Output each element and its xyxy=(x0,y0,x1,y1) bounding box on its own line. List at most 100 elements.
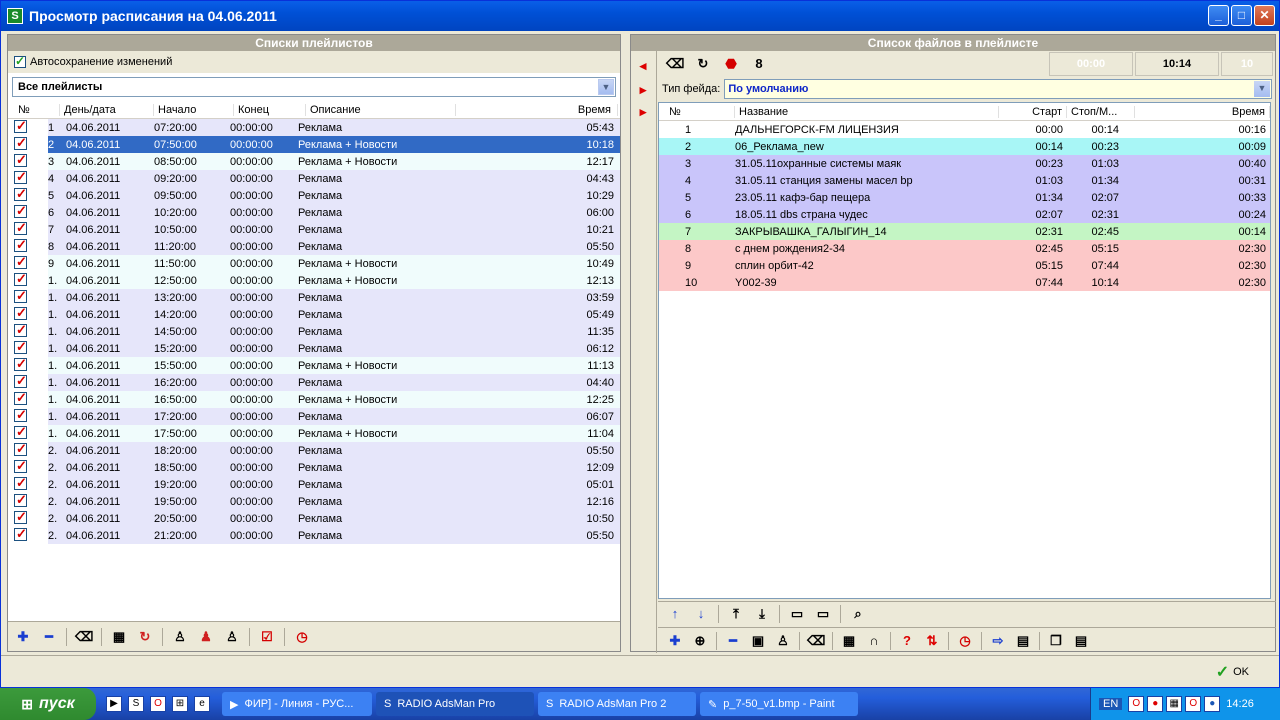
fcol-name[interactable]: Название xyxy=(735,105,999,118)
window-top-icon[interactable]: ▭ xyxy=(788,605,806,623)
user-add-icon[interactable]: ♙ xyxy=(171,628,189,646)
table-row[interactable]: 7 04.06.2011 10:50:00 00:00:00 Реклама 1… xyxy=(8,221,620,238)
table-row[interactable]: 6 04.06.2011 10:20:00 00:00:00 Реклама 0… xyxy=(8,204,620,221)
row-checkbox[interactable] xyxy=(8,357,48,374)
tray-network-icon[interactable]: ▦ xyxy=(1166,696,1183,712)
fcol-time[interactable]: Время xyxy=(1135,105,1270,118)
playlist-filter-select[interactable]: Все плейлисты ▼ xyxy=(12,77,616,97)
save-icon[interactable]: ▣ xyxy=(749,632,767,650)
fade-select[interactable]: По умолчанию ▼ xyxy=(724,79,1272,99)
table-row[interactable]: 1. 04.06.2011 16:50:00 00:00:00 Реклама … xyxy=(8,391,620,408)
ie-icon[interactable]: e xyxy=(194,696,210,712)
export-icon[interactable]: ▤ xyxy=(1014,632,1032,650)
row-checkbox[interactable] xyxy=(8,255,48,272)
clock-icon[interactable]: ◷ xyxy=(293,628,311,646)
file-row[interactable]: 10 Y002-39 07:44 10:14 02:30 xyxy=(659,274,1270,291)
stop-icon[interactable]: ⬣ xyxy=(722,55,740,73)
add-special-icon[interactable]: ⊕ xyxy=(691,632,709,650)
row-checkbox[interactable] xyxy=(8,306,48,323)
file-row[interactable]: 2 06_Реклама_new 00:14 00:23 00:09 xyxy=(659,138,1270,155)
media-icon[interactable]: ▶ xyxy=(106,696,122,712)
chevron-down-icon[interactable]: ▼ xyxy=(1254,81,1270,97)
fcol-stop[interactable]: Стоп/М... xyxy=(1067,105,1135,118)
file-row[interactable]: 6 18.05.11 dbs страна чудес 02:07 02:31 … xyxy=(659,206,1270,223)
clock-icon[interactable]: ◷ xyxy=(956,632,974,650)
opera-icon[interactable]: O xyxy=(150,696,166,712)
table-row[interactable]: 2. 04.06.2011 19:20:00 00:00:00 Реклама … xyxy=(8,476,620,493)
move-in-icon[interactable]: ▸ xyxy=(634,81,652,99)
file-row[interactable]: 1 ДАЛЬНЕГОРСК-FM ЛИЦЕНЗИЯ 00:00 00:14 00… xyxy=(659,121,1270,138)
row-checkbox[interactable] xyxy=(8,340,48,357)
row-checkbox[interactable] xyxy=(8,391,48,408)
table-row[interactable]: 2 04.06.2011 07:50:00 00:00:00 Реклама +… xyxy=(8,136,620,153)
eraser-icon[interactable]: ⌫ xyxy=(75,628,93,646)
ok-button[interactable]: ✓ OK xyxy=(1216,662,1249,682)
row-checkbox[interactable] xyxy=(8,238,48,255)
remove-icon[interactable]: ━ xyxy=(40,628,58,646)
close-button[interactable]: ✕ xyxy=(1254,5,1275,26)
preview-icon[interactable]: ⌕ xyxy=(849,605,867,623)
col-date[interactable]: День/дата xyxy=(60,103,154,116)
tray-opera-icon[interactable]: O xyxy=(1128,696,1145,712)
col-start[interactable]: Начало xyxy=(154,103,234,116)
swap-icon[interactable]: ⇅ xyxy=(923,632,941,650)
eraser-icon[interactable]: ⌫ xyxy=(666,55,684,73)
row-checkbox[interactable] xyxy=(8,510,48,527)
table-row[interactable]: 1. 04.06.2011 14:20:00 00:00:00 Реклама … xyxy=(8,306,620,323)
row-checkbox[interactable] xyxy=(8,425,48,442)
row-checkbox[interactable] xyxy=(8,408,48,425)
paste-icon[interactable]: ▤ xyxy=(1072,632,1090,650)
col-desc[interactable]: Описание xyxy=(306,103,456,116)
link-icon[interactable]: 8 xyxy=(750,55,768,73)
user-icon[interactable]: ♙ xyxy=(774,632,792,650)
add-icon[interactable]: ✚ xyxy=(14,628,32,646)
table-row[interactable]: 1 04.06.2011 07:20:00 00:00:00 Реклама 0… xyxy=(8,119,620,136)
question-icon[interactable]: ? xyxy=(898,632,916,650)
headphones-icon[interactable]: ∩ xyxy=(865,632,883,650)
user-remove-icon[interactable]: ♟ xyxy=(197,628,215,646)
eraser-icon[interactable]: ⌫ xyxy=(807,632,825,650)
add-icon[interactable]: ✚ xyxy=(666,632,684,650)
row-checkbox[interactable] xyxy=(8,374,48,391)
move-top-icon[interactable]: ⤒ xyxy=(727,605,745,623)
task-fir[interactable]: ▶ ФИР] - Линия - РУС... xyxy=(222,692,372,716)
task-paint[interactable]: ✎ p_7-50_v1.bmp - Paint xyxy=(700,692,858,716)
file-row[interactable]: 4 31.05.11 станция замены масел bp 01:03… xyxy=(659,172,1270,189)
file-row[interactable]: 5 23.05.11 кафэ-бар пещера 01:34 02:07 0… xyxy=(659,189,1270,206)
refresh-icon[interactable]: ↻ xyxy=(136,628,154,646)
row-checkbox[interactable] xyxy=(8,323,48,340)
table-row[interactable]: 2. 04.06.2011 19:50:00 00:00:00 Реклама … xyxy=(8,493,620,510)
window-bottom-icon[interactable]: ▭ xyxy=(814,605,832,623)
col-time[interactable]: Время xyxy=(456,103,618,116)
arrow-up-icon[interactable]: ↑ xyxy=(666,605,684,623)
move-bottom-icon[interactable]: ⤓ xyxy=(753,605,771,623)
arrow-down-icon[interactable]: ↓ xyxy=(692,605,710,623)
start-button[interactable]: ⊞ пуск xyxy=(0,688,96,720)
task-adsman[interactable]: S RADIO AdsMan Pro xyxy=(376,692,534,716)
copy-icon[interactable]: ❐ xyxy=(1047,632,1065,650)
import-icon[interactable]: ⇨ xyxy=(989,632,1007,650)
table-row[interactable]: 3 04.06.2011 08:50:00 00:00:00 Реклама +… xyxy=(8,153,620,170)
autosave-checkbox[interactable] xyxy=(14,54,26,68)
move-out-icon[interactable]: ▸ xyxy=(634,103,652,121)
table-row[interactable]: 1. 04.06.2011 14:50:00 00:00:00 Реклама … xyxy=(8,323,620,340)
table-row[interactable]: 5 04.06.2011 09:50:00 00:00:00 Реклама 1… xyxy=(8,187,620,204)
col-num[interactable]: № xyxy=(8,103,60,116)
check-icon[interactable]: ☑ xyxy=(258,628,276,646)
table-row[interactable]: 1. 04.06.2011 17:50:00 00:00:00 Реклама … xyxy=(8,425,620,442)
row-checkbox[interactable] xyxy=(8,170,48,187)
row-checkbox[interactable] xyxy=(8,272,48,289)
refresh-icon[interactable]: ↻ xyxy=(694,55,712,73)
file-row[interactable]: 7 ЗАКРЫВАШКА_ГАЛЫГИН_14 02:31 02:45 00:1… xyxy=(659,223,1270,240)
table-row[interactable]: 2. 04.06.2011 21:20:00 00:00:00 Реклама … xyxy=(8,527,620,544)
tray-lock-icon[interactable]: ● xyxy=(1204,696,1221,712)
row-checkbox[interactable] xyxy=(8,493,48,510)
table-row[interactable]: 1. 04.06.2011 12:50:00 00:00:00 Реклама … xyxy=(8,272,620,289)
properties-icon[interactable]: ▦ xyxy=(110,628,128,646)
table-row[interactable]: 9 04.06.2011 11:50:00 00:00:00 Реклама +… xyxy=(8,255,620,272)
network-icon[interactable]: ⊞ xyxy=(172,696,188,712)
tray-opera2-icon[interactable]: O xyxy=(1185,696,1202,712)
row-checkbox[interactable] xyxy=(8,442,48,459)
table-row[interactable]: 1. 04.06.2011 15:20:00 00:00:00 Реклама … xyxy=(8,340,620,357)
task-adsman2[interactable]: S RADIO AdsMan Pro 2 xyxy=(538,692,696,716)
